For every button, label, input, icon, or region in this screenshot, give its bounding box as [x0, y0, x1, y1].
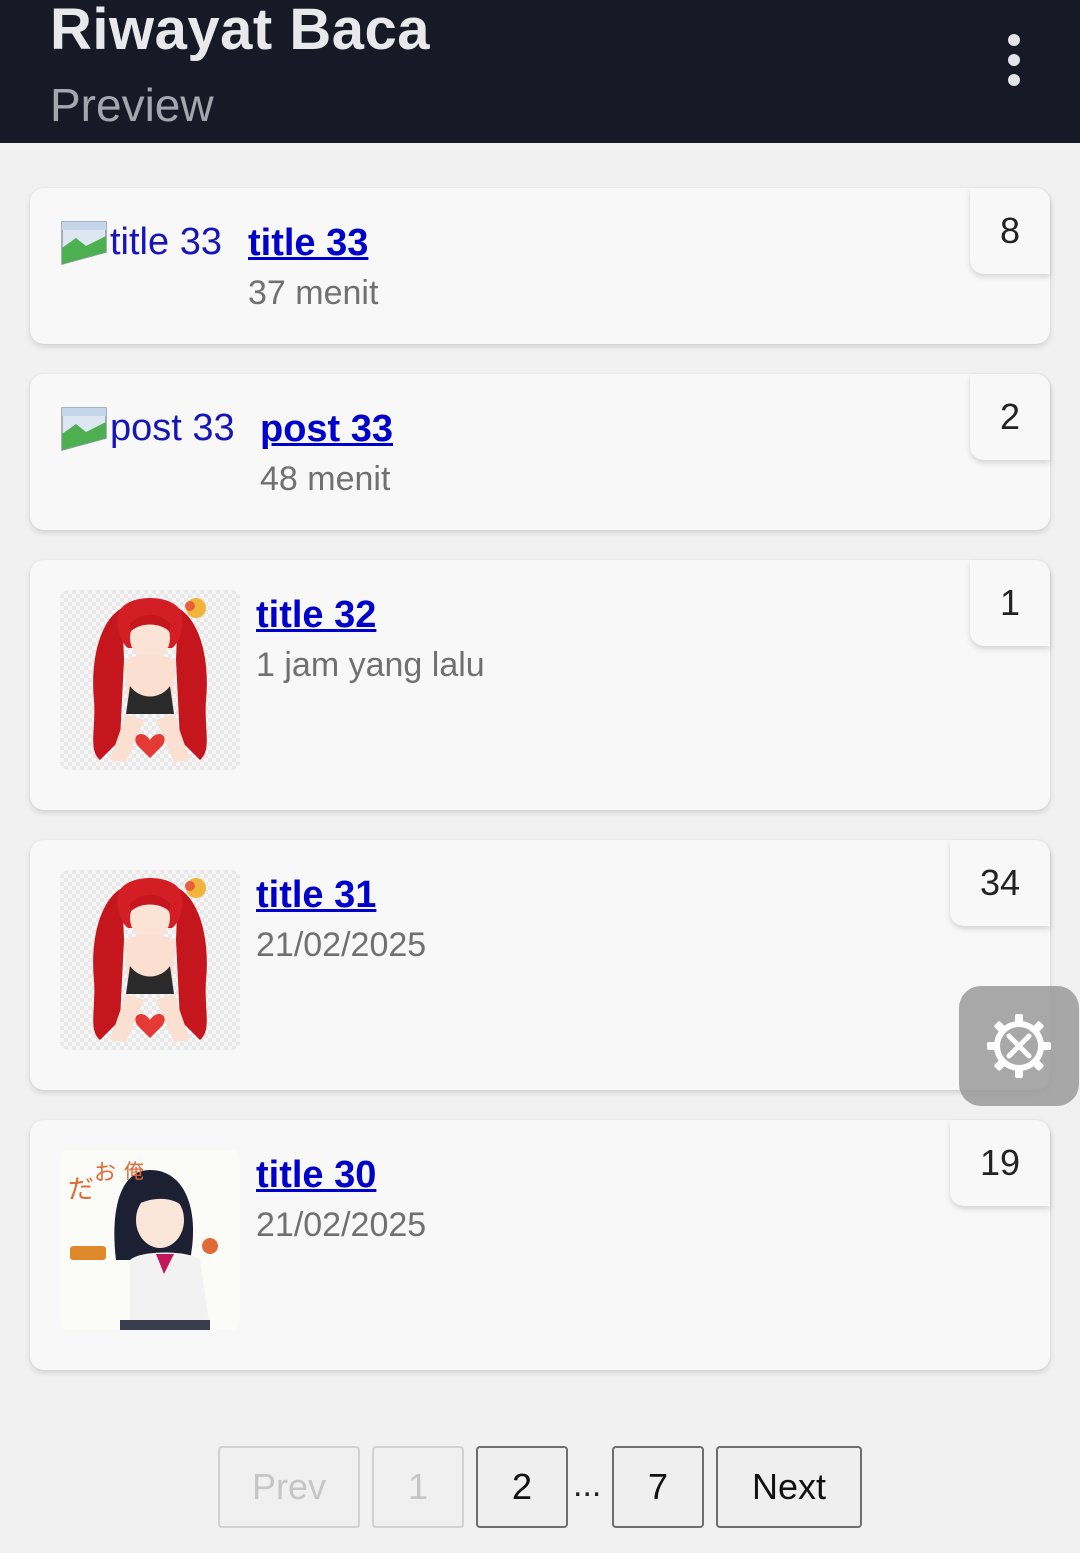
history-title-link[interactable]: title 32: [256, 594, 376, 637]
chapter-count-badge: 2: [970, 374, 1050, 460]
page-7-button[interactable]: 7: [612, 1446, 704, 1528]
app-header: Riwayat Baca Preview: [0, 0, 1080, 143]
history-card[interactable]: だ お 俺 title 30 21/02/2025 19: [30, 1120, 1050, 1370]
broken-image[interactable]: post 33: [60, 404, 235, 452]
history-title-link[interactable]: title 31: [256, 874, 376, 917]
svg-text:だ: だ: [68, 1175, 94, 1205]
broken-image-icon: [61, 221, 107, 265]
history-time: 48 menit: [260, 460, 391, 498]
history-card[interactable]: title 32 1 jam yang lalu 1: [30, 560, 1050, 810]
page-1-button[interactable]: 1: [372, 1446, 464, 1528]
prev-page-button[interactable]: Prev: [218, 1446, 360, 1528]
pagination-ellipsis: ...: [573, 1466, 602, 1504]
history-title-link[interactable]: title 30: [256, 1154, 376, 1197]
more-vertical-icon[interactable]: [990, 30, 1038, 90]
chapter-count-badge: 1: [970, 560, 1050, 646]
history-title-link[interactable]: post 33: [260, 408, 393, 451]
cover-thumbnail[interactable]: [60, 590, 240, 770]
page-title: Riwayat Baca: [50, 0, 430, 62]
chapter-count-badge: 8: [970, 188, 1050, 274]
next-page-button[interactable]: Next: [716, 1446, 862, 1528]
light-novel-cover-image: だ お 俺: [60, 1150, 240, 1330]
image-alt-text: title 33: [110, 220, 222, 263]
history-card[interactable]: title 31 21/02/2025 34: [30, 840, 1050, 1090]
history-time: 21/02/2025: [256, 1206, 427, 1244]
svg-text:お: お: [94, 1161, 116, 1186]
svg-text:俺: 俺: [124, 1159, 144, 1183]
cover-thumbnail[interactable]: だ お 俺: [60, 1150, 240, 1330]
image-alt-text: post 33: [110, 406, 235, 449]
settings-fab-button[interactable]: [959, 986, 1079, 1106]
cover-thumbnail[interactable]: [60, 870, 240, 1050]
history-card[interactable]: title 33 title 33 37 menit 8: [30, 188, 1050, 344]
history-title-link[interactable]: title 33: [248, 222, 368, 265]
settings-tools-icon: [987, 1014, 1051, 1078]
broken-image[interactable]: title 33: [60, 218, 222, 266]
broken-image-icon: [61, 407, 107, 451]
chapter-count-badge: 19: [950, 1120, 1050, 1206]
page-2-button[interactable]: 2: [476, 1446, 568, 1528]
history-card[interactable]: post 33 post 33 48 menit 2: [30, 374, 1050, 530]
page-subtitle: Preview: [50, 79, 214, 131]
chapter-count-badge: 34: [950, 840, 1050, 926]
history-time: 37 menit: [248, 274, 379, 312]
history-time: 21/02/2025: [256, 926, 427, 964]
anime-character-image: [93, 878, 207, 1042]
history-time: 1 jam yang lalu: [256, 646, 485, 684]
anime-character-image: [93, 598, 207, 762]
